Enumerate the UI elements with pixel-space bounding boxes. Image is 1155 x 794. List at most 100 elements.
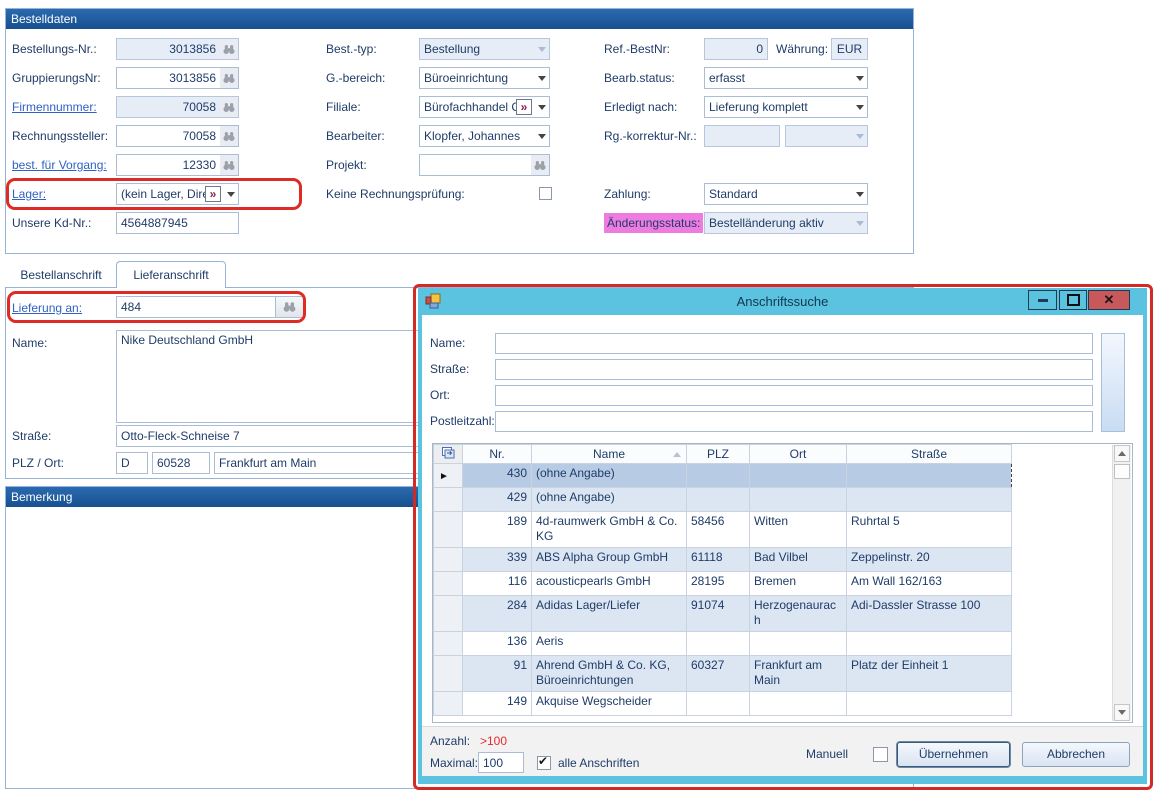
search-street-input[interactable] [495, 359, 1093, 380]
binoculars-icon[interactable] [220, 97, 238, 117]
binoculars-icon[interactable] [220, 126, 238, 146]
grouping-number-field[interactable]: 3013856 [116, 67, 239, 89]
invoice-correction-field [704, 125, 780, 147]
column-header-name[interactable]: Name [532, 445, 687, 464]
tab-lieferanschrift[interactable]: Lieferanschrift [116, 261, 226, 288]
maximal-label: Maximal: [430, 753, 478, 774]
company-number-link[interactable]: Firmennummer: [12, 96, 97, 118]
scrollbar-thumb[interactable] [1114, 464, 1130, 479]
select-all-icon[interactable] [434, 445, 463, 464]
chevron-down-icon[interactable] [534, 68, 549, 88]
tab-bestellanschrift[interactable]: Bestellanschrift [8, 263, 114, 287]
search-scrollbar[interactable] [1101, 333, 1125, 432]
binoculars-icon[interactable] [275, 297, 303, 317]
chevron-down-icon[interactable] [852, 97, 867, 117]
row-selector-cell[interactable] [434, 572, 463, 596]
customer-number-field[interactable]: 4564887945 [116, 212, 239, 234]
table-row[interactable]: 430 (ohne Angabe) [434, 464, 1012, 488]
scroll-down-icon[interactable] [1114, 704, 1130, 721]
name-label: Name: [12, 332, 47, 354]
manual-checkbox[interactable] [873, 747, 888, 762]
ordered-for-process-field[interactable]: 12330 [116, 154, 239, 176]
project-field[interactable] [419, 154, 550, 176]
table-row[interactable]: 116 acousticpearls GmbH 28195 Bremen Am … [434, 572, 1012, 596]
all-addresses-checkbox[interactable] [537, 756, 551, 770]
table-row[interactable]: 189 4d-raumwerk GmbH & Co. KG 58456 Witt… [434, 512, 1012, 548]
table-row[interactable]: 339 ABS Alpha Group GmbH 61118 Bad Vilbe… [434, 548, 1012, 572]
count-label: Anzahl: [430, 731, 470, 752]
table-scrollbar[interactable] [1112, 445, 1131, 721]
no-invoice-check-label: Keine Rechnungsprüfung: [326, 183, 465, 205]
row-selector-cell[interactable] [434, 464, 463, 488]
row-selector-cell[interactable] [434, 656, 463, 692]
company-number-field: 70058 [116, 96, 239, 118]
search-city-input[interactable] [495, 385, 1093, 406]
delivery-to-field[interactable]: 484 [116, 296, 304, 318]
zip-city-label: PLZ / Ort: [12, 452, 64, 474]
binoculars-icon[interactable] [220, 155, 238, 175]
row-selector-cell[interactable] [434, 692, 463, 716]
row-selector-cell[interactable] [434, 632, 463, 656]
table-row[interactable]: 284 Adidas Lager/Liefer 91074 Herzogenau… [434, 596, 1012, 632]
row-selector-cell[interactable] [434, 512, 463, 548]
branch-combobox[interactable]: Bürofachhandel Conc [419, 96, 550, 118]
column-header-ort[interactable]: Ort [750, 445, 847, 464]
chevron-down-icon[interactable] [852, 68, 867, 88]
binoculars-icon[interactable] [220, 68, 238, 88]
order-data-panel-title: Bestelldaten [6, 9, 913, 29]
search-street-label: Straße: [430, 359, 469, 380]
close-button[interactable] [1088, 290, 1130, 310]
table-row[interactable]: 136 Aeris [434, 632, 1012, 656]
clerk-label: Bearbeiter: [326, 125, 385, 147]
cancel-button[interactable]: Abbrechen [1022, 742, 1130, 767]
table-row[interactable]: 429 (ohne Angabe) [434, 488, 1012, 512]
invoice-issuer-field[interactable]: 70058 [116, 125, 239, 147]
chevron-down-icon[interactable] [223, 184, 238, 204]
chevron-down-icon[interactable] [534, 126, 549, 146]
chevron-down-icon [534, 39, 549, 59]
goto-reference-icon[interactable] [516, 99, 532, 115]
maximal-input[interactable] [478, 752, 524, 773]
warehouse-combobox[interactable]: (kein Lager, Direktli [116, 183, 239, 205]
table-row[interactable]: 149 Akquise Wegscheider [434, 692, 1012, 716]
search-zip-input[interactable] [495, 411, 1093, 432]
search-name-input[interactable] [495, 333, 1093, 354]
row-selector-cell[interactable] [434, 548, 463, 572]
invoice-issuer-label: Rechnungssteller: [12, 125, 108, 147]
chevron-down-icon[interactable] [852, 184, 867, 204]
delivery-to-link[interactable]: Lieferung an: [12, 297, 82, 319]
row-selector-cell[interactable] [434, 488, 463, 512]
binoculars-icon[interactable] [531, 155, 549, 175]
row-selector-cell[interactable] [434, 596, 463, 632]
no-invoice-check-checkbox[interactable] [539, 187, 552, 200]
address-search-dialog: Anschriftssuche Name: Straße: Ort: Postl… [418, 288, 1147, 784]
business-area-combobox[interactable]: Büroeinrichtung [419, 67, 550, 89]
order-number-field: 3013856 [116, 38, 239, 60]
table-row[interactable]: 91 Ahrend GmbH & Co. KG, Büroeinrichtung… [434, 656, 1012, 692]
country-input[interactable] [116, 452, 148, 474]
warehouse-link[interactable]: Lager: [12, 183, 46, 205]
goto-reference-icon[interactable] [205, 186, 221, 202]
business-area-label: G.-bereich: [326, 67, 385, 89]
zip-input[interactable] [152, 452, 210, 474]
column-header-nr[interactable]: Nr. [463, 445, 532, 464]
chevron-down-icon [852, 213, 867, 233]
ordered-for-process-link[interactable]: best. für Vorgang: [12, 154, 107, 176]
scroll-up-icon[interactable] [1114, 445, 1130, 462]
grouping-number-label: GruppierungsNr: [12, 67, 101, 89]
chevron-down-icon[interactable] [534, 97, 549, 117]
clerk-combobox[interactable]: Klopfer, Johannes [419, 125, 550, 147]
payment-combobox[interactable]: Standard [704, 183, 868, 205]
results-table-container: Nr. Name PLZ Ort Straße 430 (ohne Angabe… [432, 443, 1133, 723]
application-window: Bestelldaten Bestellungs-Nr.: 3013856 Gr… [0, 0, 1155, 794]
maximize-button[interactable] [1059, 290, 1087, 310]
column-header-strasse[interactable]: Straße [847, 445, 1012, 464]
processing-status-label: Bearb.status: [604, 67, 675, 89]
apply-button[interactable]: Übernehmen [897, 742, 1010, 767]
binoculars-icon[interactable] [220, 39, 238, 59]
minimize-button[interactable] [1028, 290, 1057, 310]
completed-after-combobox[interactable]: Lieferung komplett [704, 96, 868, 118]
order-number-label: Bestellungs-Nr.: [12, 38, 97, 60]
processing-status-combobox[interactable]: erfasst [704, 67, 868, 89]
column-header-plz[interactable]: PLZ [687, 445, 750, 464]
